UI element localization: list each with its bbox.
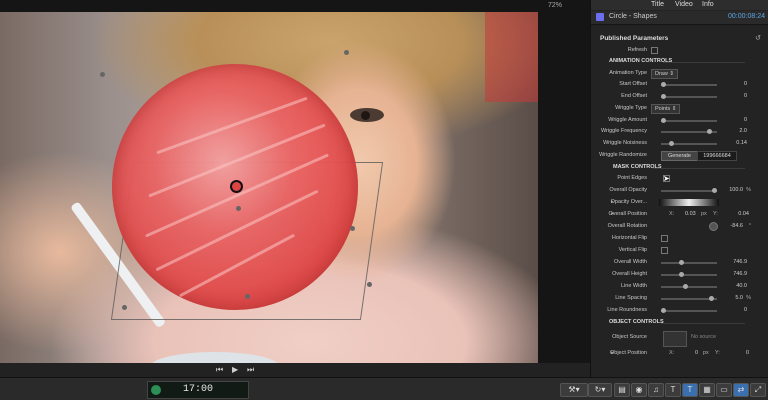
row-end-offset: End Offset 0	[621, 93, 747, 99]
rotation-handle[interactable]	[236, 206, 241, 211]
row-point-edges: Point Edges ➤	[617, 174, 670, 183]
skip-forward-icon[interactable]: ⏭	[247, 365, 254, 375]
row-object-position: ▸ Object Position X: 0 px Y: 0	[610, 350, 749, 356]
end-offset-slider[interactable]	[661, 94, 717, 99]
row-line-width: Line Width 40.0	[621, 283, 747, 289]
wriggle-noisiness-slider[interactable]	[661, 141, 717, 146]
reset-icon[interactable]: ↺	[755, 34, 761, 42]
animation-type-popup[interactable]: Draw ⇕	[651, 69, 678, 79]
generators-icon[interactable]: ▦	[699, 383, 715, 397]
line-roundness-slider[interactable]	[661, 308, 717, 313]
tab-title[interactable]: Title	[651, 1, 664, 8]
control-point[interactable]	[344, 50, 349, 55]
anchor-point-handle[interactable]	[230, 180, 243, 193]
clip-timecode: 00:00:08:24	[728, 13, 765, 20]
vertical-flip-checkbox[interactable]	[661, 247, 668, 254]
titles-icon[interactable]: T	[665, 383, 681, 397]
row-horizontal-flip: Horizontal Flip	[591, 234, 768, 244]
row-wriggle-randomize: Wriggle Randomize Generate 199666684	[591, 151, 768, 161]
skip-back-icon[interactable]: ⏮	[216, 365, 223, 375]
row-overall-rotation: Overall Rotation -84.6 °	[607, 222, 751, 231]
background-red-area	[485, 12, 538, 102]
line-spacing-slider[interactable]	[661, 296, 717, 301]
generate-button[interactable]: Generate	[661, 151, 698, 161]
section-animation-controls: ANIMATION CONTROLS	[591, 57, 768, 67]
control-point[interactable]	[245, 294, 250, 299]
mouse-pointer-icon: ➤	[663, 174, 670, 183]
control-point[interactable]	[367, 282, 372, 287]
line-width-slider[interactable]	[661, 284, 717, 289]
control-point[interactable]	[350, 226, 355, 231]
rotation-dial[interactable]	[709, 222, 718, 231]
inspector-toggle-icon[interactable]: ⇄	[733, 383, 749, 397]
expand-icon[interactable]: ⤢	[750, 383, 766, 397]
row-start-offset: Start Offset 0	[619, 81, 747, 87]
wriggle-amount-slider[interactable]	[661, 118, 717, 123]
overall-height-slider[interactable]	[661, 272, 717, 277]
transform-menu-icon[interactable]: ↻▾	[588, 383, 612, 397]
transport-bar: ⏮ ▶ ⏭	[0, 363, 590, 377]
row-line-roundness: Line Roundness 0	[607, 307, 747, 313]
control-point[interactable]	[122, 305, 127, 310]
wriggle-type-popup[interactable]: Points ⇕	[651, 104, 681, 114]
inspector-header: Circle - Shapes 00:00:08:24	[591, 11, 768, 25]
row-overall-height: Overall Height 746.9	[612, 271, 747, 277]
tab-info[interactable]: Info	[702, 1, 714, 8]
row-object-source: Object Source No source	[591, 331, 768, 347]
media-browser-icon[interactable]: ▤	[614, 383, 630, 397]
row-wriggle-type: Wriggle Type Points ⇕	[591, 104, 768, 114]
row-overall-opacity: Overall Opacity 100.0 %	[609, 187, 751, 193]
cup	[150, 352, 280, 363]
play-icon[interactable]: ▶	[232, 365, 238, 374]
row-line-spacing: Line Spacing 5.0 %	[615, 295, 751, 301]
section-object-controls: OBJECT CONTROLS	[591, 318, 768, 328]
clip-name: Circle - Shapes	[609, 13, 657, 20]
published-parameters-title: Published Parameters	[600, 35, 669, 42]
overall-opacity-slider[interactable]	[661, 188, 717, 193]
tools-menu-icon[interactable]: ⚒▾	[560, 383, 588, 397]
row-overall-width: Overall Width 746.9	[613, 259, 747, 265]
row-wriggle-frequency: Wriggle Frequency 2.0	[600, 128, 747, 134]
row-animation-type: Animation Type Draw ⇕	[591, 69, 768, 79]
row-opacity-over: ▸ Opacity Over...	[591, 198, 768, 208]
title-clip-icon	[596, 13, 604, 21]
timecode-status-icon	[151, 385, 161, 395]
object-source-well[interactable]	[663, 331, 687, 347]
bottom-toolbar: 17:00 ⚒▾ ↻▾ ▤ ◉ ♫ T T ▦ ▭ ⇄ ⤢	[0, 377, 768, 400]
wriggle-frequency-slider[interactable]	[661, 129, 717, 134]
photos-icon[interactable]: ◉	[631, 383, 647, 397]
wriggle-randomize-field[interactable]: 199666684	[697, 151, 737, 161]
start-offset-slider[interactable]	[661, 82, 717, 87]
row-wriggle-amount: Wriggle Amount 0	[608, 117, 747, 123]
themes-icon[interactable]: ▭	[716, 383, 732, 397]
row-vertical-flip: Vertical Flip	[591, 246, 768, 256]
refresh-checkbox[interactable]	[651, 47, 658, 54]
row-refresh: Refresh	[591, 46, 768, 56]
tab-video[interactable]: Video	[675, 1, 693, 8]
section-mask-controls: MASK CONTROLS	[591, 163, 768, 173]
inspector-tabs: Title Video Info	[591, 0, 768, 10]
timecode-value: 17:00	[182, 384, 213, 395]
text-icon[interactable]: T	[682, 383, 698, 397]
viewer-canvas[interactable]: 72% ⤢	[0, 0, 590, 365]
control-point[interactable]	[100, 72, 105, 77]
video-frame-image	[0, 12, 538, 363]
zoom-level[interactable]: 72%	[548, 2, 562, 9]
opacity-gradient-editor[interactable]	[659, 199, 719, 206]
row-overall-position: ▸ Overall Position X: 0.03 px Y: 0.04	[608, 211, 749, 217]
child-eye	[350, 108, 384, 122]
overall-width-slider[interactable]	[661, 260, 717, 265]
timecode-display[interactable]: 17:00	[147, 381, 249, 399]
music-icon[interactable]: ♫	[648, 383, 664, 397]
row-wriggle-noisiness: Wriggle Noisiness 0.14	[603, 140, 747, 146]
horizontal-flip-checkbox[interactable]	[661, 235, 668, 242]
inspector-panel: Title Video Info Circle - Shapes 00:00:0…	[590, 0, 768, 377]
